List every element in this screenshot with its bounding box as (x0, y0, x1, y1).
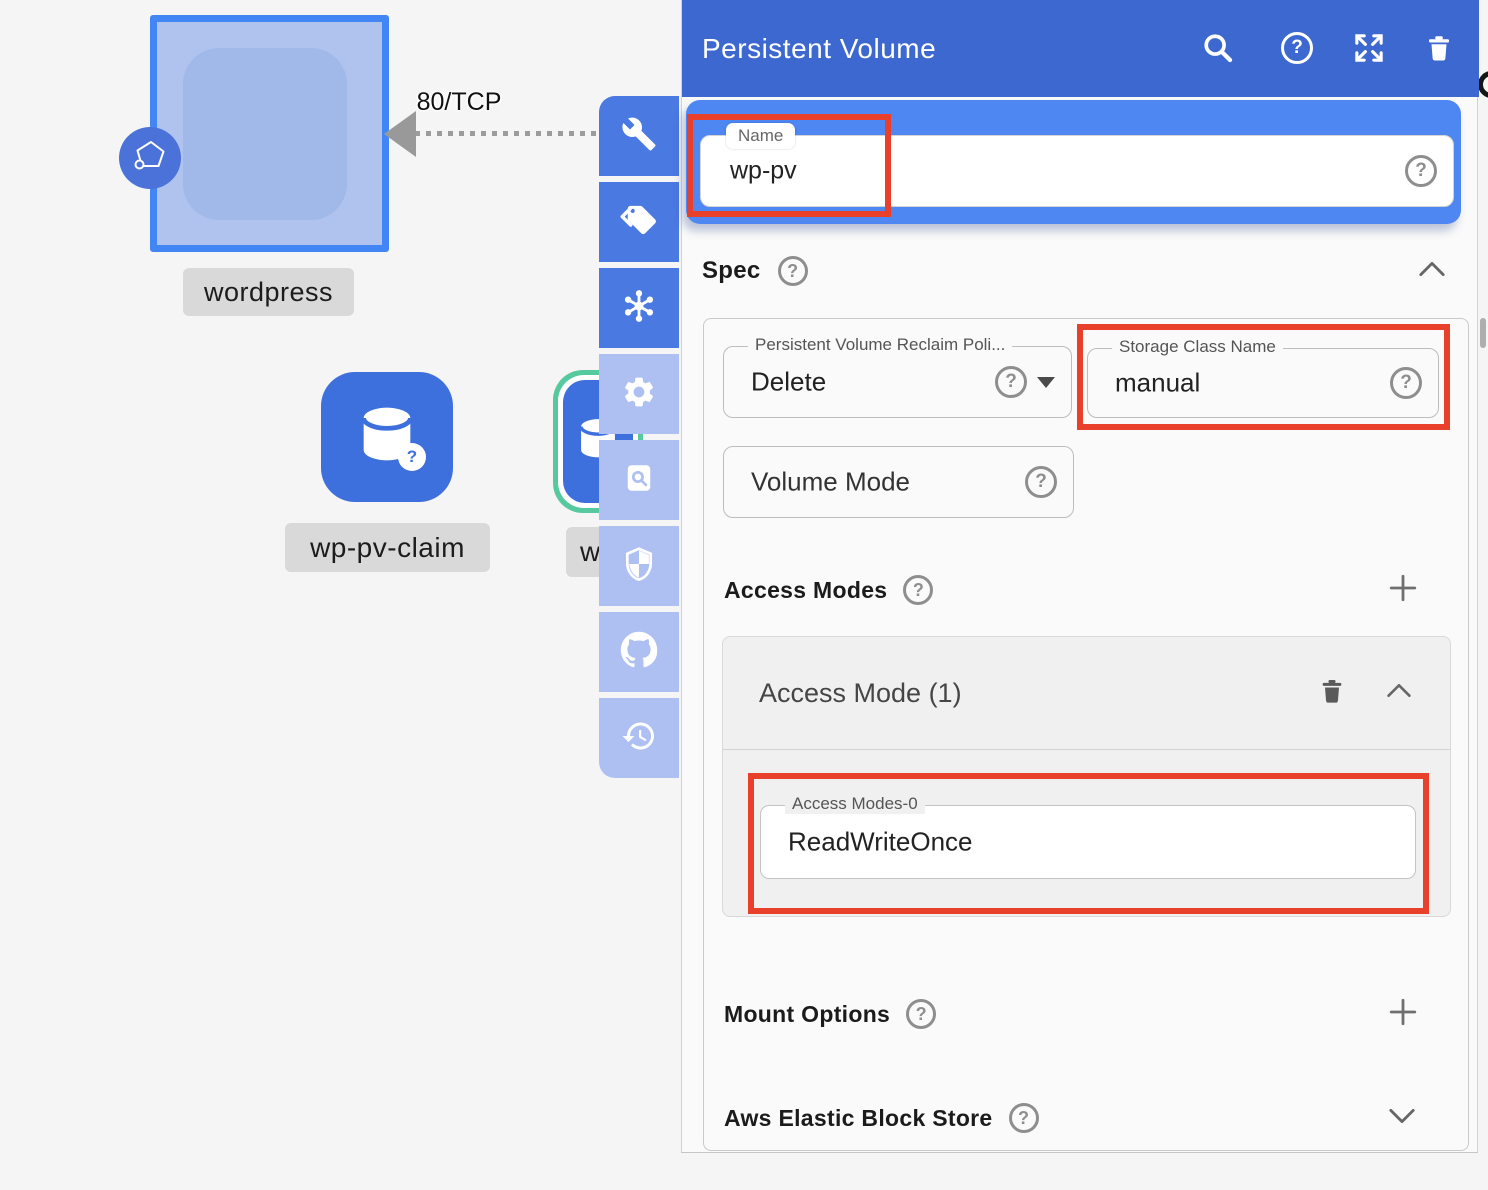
properties-panel: Persistent Volume (681, 0, 1478, 1153)
reclaim-policy-value: Delete (751, 367, 826, 398)
panel-title: Persistent Volume (702, 0, 936, 97)
access-mode-card-header: Access Mode (1) (723, 637, 1450, 750)
reclaim-policy-help-icon[interactable] (995, 366, 1027, 398)
hub-icon (620, 287, 658, 330)
toolbar-item-settings[interactable] (599, 354, 679, 434)
wordpress-label-text: wordpress (204, 277, 333, 308)
spec-heading: Spec (702, 257, 761, 285)
mount-options-heading-row: Mount Options (704, 996, 1470, 1032)
toolbar-item-topology[interactable] (599, 268, 679, 348)
aws-ebs-help-icon[interactable] (1009, 1103, 1039, 1133)
diagram-toolbar (599, 96, 679, 778)
pod-badge (119, 127, 181, 189)
wrench-icon (621, 116, 657, 157)
reclaim-policy-label: Persistent Volume Reclaim Poli... (748, 335, 1012, 355)
node-wordpress-pod[interactable] (183, 48, 347, 220)
access-modes-heading-row: Access Modes (704, 572, 1470, 608)
pentagon-icon (128, 134, 172, 183)
toolbar-item-github[interactable] (599, 612, 679, 692)
spec-container: Persistent Volume Reclaim Poli... Delete… (703, 318, 1469, 1151)
access-modes-help-icon[interactable] (903, 575, 933, 605)
trash-icon (1318, 675, 1346, 707)
search-icon[interactable] (1201, 31, 1235, 65)
shield-icon (621, 546, 657, 587)
toolbar-item-tools[interactable] (599, 96, 679, 176)
mount-options-add-button[interactable] (1388, 997, 1418, 1032)
toolbar-item-search-docs[interactable] (599, 440, 679, 520)
pvc-question-badge: ? (398, 443, 426, 471)
pvc-label-text: wp-pv-claim (310, 532, 465, 564)
name-help-icon[interactable] (1405, 155, 1437, 187)
tag-icon (620, 203, 658, 242)
fullscreen-icon[interactable] (1352, 31, 1386, 65)
edge-port-label: 80/TCP (404, 88, 514, 117)
volume-mode-input[interactable]: Volume Mode (723, 446, 1074, 518)
edge-arrowhead-icon (384, 111, 416, 157)
volume-mode-help-icon[interactable] (1025, 466, 1057, 498)
hidden-node-handle (1478, 71, 1488, 98)
aws-ebs-heading: Aws Elastic Block Store (724, 1105, 993, 1132)
mount-options-help-icon[interactable] (906, 999, 936, 1029)
access-mode-card-title: Access Mode (1) (759, 678, 962, 709)
node-label-wp-pv-claim: wp-pv-claim (285, 523, 490, 572)
pv-label-text: w (580, 536, 601, 568)
edge-dotted-line (404, 131, 600, 136)
delete-icon[interactable] (1422, 31, 1456, 65)
mount-options-heading: Mount Options (724, 1001, 890, 1028)
spec-help-icon[interactable] (778, 256, 808, 286)
github-icon (620, 631, 658, 674)
reclaim-policy-select[interactable]: Persistent Volume Reclaim Poli... Delete (723, 346, 1072, 418)
gear-icon (621, 374, 657, 415)
volume-mode-label: Volume Mode (751, 467, 910, 498)
access-modes-add-button[interactable] (1388, 573, 1418, 608)
app-root: wordpress 80/TCP ? wp-pv-claim w (0, 0, 1488, 1190)
toolbar-item-history[interactable] (599, 698, 679, 778)
toolbar-item-security[interactable] (599, 526, 679, 606)
history-icon (621, 718, 657, 759)
aws-ebs-expand-button[interactable] (1388, 1108, 1416, 1129)
highlight-access-mode (748, 773, 1429, 914)
chevron-up-icon (1418, 261, 1446, 277)
spec-heading-row: Spec (682, 253, 1479, 289)
highlight-storage-class (1077, 324, 1450, 430)
highlight-name (687, 114, 891, 217)
access-mode-collapse-button[interactable] (1386, 683, 1412, 703)
dropdown-caret-icon (1037, 377, 1055, 388)
node-label-wordpress: wordpress (183, 268, 354, 316)
chevron-up-icon (1386, 683, 1412, 698)
plus-icon (1388, 573, 1418, 603)
chevron-down-icon (1388, 1108, 1416, 1124)
access-mode-delete-button[interactable] (1318, 675, 1346, 712)
node-wp-pv-claim[interactable] (321, 372, 453, 502)
access-modes-heading: Access Modes (724, 577, 887, 604)
document-search-icon (621, 460, 657, 501)
aws-ebs-heading-row: Aws Elastic Block Store (704, 1100, 1470, 1136)
panel-header: Persistent Volume (682, 0, 1479, 97)
help-icon[interactable] (1280, 31, 1314, 65)
plus-icon (1388, 997, 1418, 1027)
panel-scrollbar-thumb[interactable] (1480, 318, 1486, 348)
spec-collapse-button[interactable] (1418, 261, 1446, 282)
toolbar-item-labels[interactable] (599, 182, 679, 262)
